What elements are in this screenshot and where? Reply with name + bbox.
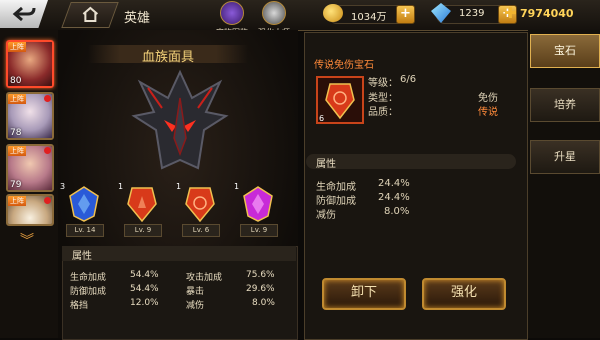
attributes-header: 属性 — [62, 246, 296, 262]
attr-value: 24.4% — [378, 192, 410, 203]
attr-name: 防御加成 — [70, 287, 107, 297]
treasure-book-icon — [220, 1, 244, 25]
gem-icon — [127, 187, 157, 222]
quality-value: 传说 — [478, 107, 498, 118]
level-value: 6/6 — [400, 74, 417, 85]
gem-slot[interactable]: 1 Lv. 9 — [234, 182, 278, 237]
gold-counter: 1034万 + — [323, 4, 415, 24]
gem-slot[interactable]: 1 Lv. 6 — [176, 182, 220, 237]
tab-train[interactable]: 培养 — [530, 88, 600, 122]
level-label: 等级： — [368, 78, 398, 89]
gem-title: 传说免伤宝石 — [314, 60, 374, 71]
add-gold-button[interactable]: + — [396, 5, 415, 24]
hero-card[interactable]: 上阵 78 — [6, 92, 54, 140]
gem-attributes-header: 属性 — [306, 154, 516, 170]
attr-name: 格挡 — [70, 301, 89, 311]
hero-card[interactable]: 上阵 80 — [6, 40, 54, 88]
unequip-button[interactable]: 卸下 — [322, 278, 406, 310]
attr-name: 防御加成 — [316, 196, 356, 207]
notification-badge — [44, 197, 51, 204]
attr-value: 54.4% — [130, 270, 159, 280]
blood-mask-icon — [131, 69, 229, 170]
gem-slot[interactable]: 1 Lv. 9 — [118, 182, 162, 237]
gem-preview: 6 — [316, 76, 364, 124]
attr-name: 减伤 — [316, 210, 336, 221]
attr-value: 54.4% — [130, 284, 159, 294]
gem-icon — [185, 187, 215, 222]
gem-slot[interactable]: 3 Lv. 14 — [60, 182, 104, 237]
power-cross-icon: ✚ — [504, 4, 517, 22]
side-tabs — [528, 30, 600, 338]
tab-gem[interactable]: 宝石 — [530, 34, 600, 68]
attr-value: 75.6% — [246, 270, 275, 280]
tab-star-up[interactable]: 升星 — [530, 140, 600, 174]
attr-value: 8.0% — [384, 206, 410, 217]
notification-badge — [44, 147, 51, 154]
hero-card[interactable]: 上阵 — [6, 194, 54, 226]
page-title: 英雄 — [124, 11, 151, 26]
gem-icon — [69, 186, 99, 222]
hero-card[interactable]: 上阵 79 — [6, 144, 54, 192]
enhance-master-icon — [262, 1, 286, 25]
attr-value: 24.4% — [378, 178, 410, 189]
attr-value: 12.0% — [130, 298, 159, 308]
enhance-button[interactable]: 强化 — [422, 278, 506, 310]
notification-badge — [44, 95, 51, 102]
attr-name: 暴击 — [186, 287, 205, 297]
attr-value: 29.6% — [246, 284, 275, 294]
quality-label: 品质： — [368, 107, 398, 118]
gem-icon — [243, 186, 273, 222]
gem-icon — [325, 83, 355, 120]
attr-name: 攻击加成 — [186, 273, 223, 283]
home-button[interactable] — [61, 2, 119, 28]
type-value: 免伤 — [478, 93, 498, 104]
attr-name: 生命加成 — [70, 273, 107, 283]
equipment-name: 血族面具 — [141, 50, 194, 65]
type-label: 类型： — [368, 93, 398, 104]
gold-coin-icon — [323, 4, 343, 22]
attr-name: 生命加成 — [316, 182, 356, 193]
attr-name: 减伤 — [186, 301, 205, 311]
home-icon — [82, 6, 99, 22]
back-arrow-icon — [12, 6, 36, 22]
chevron-down-icon[interactable]: ︾ — [20, 230, 34, 250]
combat-power: 7974040 — [520, 7, 574, 20]
attr-value: 8.0% — [252, 298, 275, 308]
